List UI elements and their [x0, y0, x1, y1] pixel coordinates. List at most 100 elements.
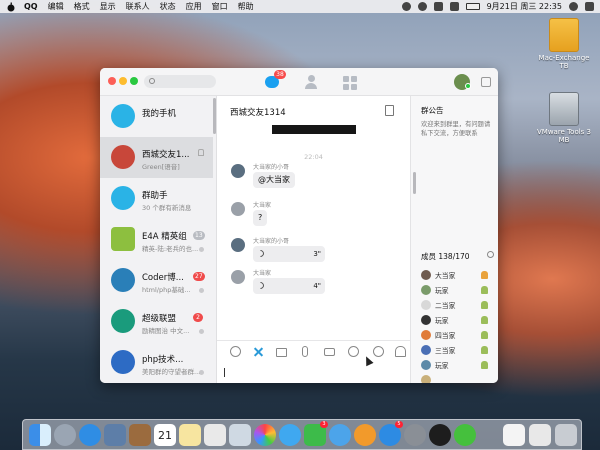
- message-input[interactable]: [224, 368, 225, 377]
- video-icon[interactable]: [324, 348, 335, 356]
- member-item[interactable]: 四当家: [419, 328, 497, 342]
- preview-icon[interactable]: [229, 424, 251, 446]
- member-item[interactable]: 玩家: [419, 358, 497, 372]
- finder-icon[interactable]: [29, 424, 51, 446]
- desktop-drive[interactable]: Mac-Exchange TB: [534, 18, 594, 70]
- avatar[interactable]: [231, 270, 245, 284]
- menu-window[interactable]: 窗口: [212, 1, 228, 12]
- document-icon[interactable]: [503, 424, 525, 446]
- history-clock-icon[interactable]: [373, 346, 384, 357]
- tab-apps[interactable]: [341, 74, 357, 90]
- qq-icon[interactable]: [429, 424, 451, 446]
- menu-clock[interactable]: 9月21日 周三 22:35: [487, 1, 562, 12]
- qq-status-icon[interactable]: [417, 2, 427, 11]
- conversation-item[interactable]: E4A 精英组 精英-陆:老兵的也... 13: [100, 219, 213, 260]
- dock: 21 3 5: [22, 419, 582, 450]
- member-item[interactable]: 大当家: [419, 268, 497, 282]
- member-item[interactable]: [419, 373, 497, 383]
- calendar-icon[interactable]: 21: [154, 424, 176, 446]
- conversation-item[interactable]: 超级联盟 励精图治 中文... 2: [100, 301, 213, 342]
- launchpad-icon[interactable]: [54, 424, 76, 446]
- message-timestamp: 22:04: [304, 153, 323, 161]
- conversation-item[interactable]: Coder博... html/php基础... 27: [100, 260, 213, 301]
- member-name: 玩家: [435, 317, 449, 325]
- panel-scrollbar[interactable]: [413, 172, 416, 194]
- wechat-icon[interactable]: [454, 424, 476, 446]
- member-search-icon[interactable]: [487, 251, 494, 258]
- menu-contacts[interactable]: 联系人: [126, 1, 150, 12]
- photo-booth-icon[interactable]: [254, 424, 276, 446]
- system-preferences-icon[interactable]: [404, 424, 426, 446]
- trash-icon[interactable]: [555, 424, 577, 446]
- menu-status[interactable]: 状态: [160, 1, 176, 12]
- expand-icon[interactable]: [481, 77, 491, 87]
- unread-badge: 27: [193, 272, 205, 281]
- close-button[interactable]: [108, 77, 116, 85]
- conversation-preview: 30 个群有新消息: [142, 204, 192, 212]
- message-sender: 大当家: [253, 202, 272, 209]
- apple-icon[interactable]: [6, 2, 16, 12]
- status-area: 9月21日 周三 22:35: [401, 1, 594, 12]
- bell-icon[interactable]: [395, 346, 406, 357]
- conversation-list[interactable]: 我的手机 西城交友1... Green[语音] 群助手 30 个群有新消息 E4…: [100, 96, 217, 383]
- notification-center-icon[interactable]: [585, 2, 594, 11]
- conversation-item-active[interactable]: 西城交友1... Green[语音]: [100, 137, 213, 178]
- battery-icon[interactable]: [465, 3, 480, 10]
- screenshot-scissors-icon[interactable]: [253, 346, 264, 357]
- conversation-name: 超级联盟: [142, 314, 177, 324]
- menu-help[interactable]: 帮助: [238, 1, 254, 12]
- admin-icon: [481, 361, 488, 369]
- volume-icon[interactable]: [449, 2, 459, 11]
- admin-icon: [481, 346, 488, 354]
- ibooks-icon[interactable]: [354, 424, 376, 446]
- contact-icon-head: [307, 75, 315, 82]
- menu-view[interactable]: 显示: [100, 1, 116, 12]
- member-item[interactable]: 玩家: [419, 283, 497, 297]
- tab-contacts[interactable]: [303, 74, 319, 90]
- phone-call-icon[interactable]: [348, 346, 359, 357]
- avatar: [111, 350, 135, 374]
- menu-app-name[interactable]: QQ: [24, 2, 38, 11]
- avatar: [421, 330, 431, 340]
- safari-icon[interactable]: [79, 424, 101, 446]
- minimize-button[interactable]: [119, 77, 127, 85]
- avatar[interactable]: [231, 164, 245, 178]
- avatar[interactable]: [231, 238, 245, 252]
- spotlight-icon[interactable]: [569, 2, 578, 11]
- menu-apps[interactable]: 应用: [186, 1, 202, 12]
- member-item[interactable]: 二当家: [419, 298, 497, 312]
- group-chat-icon: [199, 370, 204, 375]
- photos-icon[interactable]: [104, 424, 126, 446]
- desktop-vmware-tools[interactable]: VMware Tools 3 MB: [534, 92, 594, 144]
- voice-bubble[interactable]: 3": [253, 246, 325, 262]
- itunes-icon[interactable]: [329, 424, 351, 446]
- file-icon[interactable]: [385, 105, 394, 116]
- voice-bubble[interactable]: 4": [253, 278, 325, 294]
- emoji-icon[interactable]: [230, 346, 241, 357]
- member-item[interactable]: 三当家: [419, 343, 497, 357]
- avatar[interactable]: [231, 202, 245, 216]
- menu-edit[interactable]: 编辑: [48, 1, 64, 12]
- microphone-icon[interactable]: [302, 346, 308, 357]
- member-item[interactable]: 玩家: [419, 313, 497, 327]
- reminders-icon[interactable]: [204, 424, 226, 446]
- conversation-item[interactable]: php技术... 美阳群的守望者群...: [100, 342, 213, 383]
- notes-icon[interactable]: [129, 424, 151, 446]
- messages-icon[interactable]: [279, 424, 301, 446]
- document-icon[interactable]: [529, 424, 551, 446]
- folder-icon[interactable]: [276, 348, 287, 357]
- conversation-item[interactable]: 群助手 30 个群有新消息: [100, 178, 213, 219]
- chat-title: 西城交友1314: [230, 108, 286, 118]
- wechat-status-icon[interactable]: [401, 2, 411, 11]
- menu-format[interactable]: 格式: [74, 1, 90, 12]
- desktop-vmware-label: VMware Tools 3 MB: [536, 128, 592, 144]
- stickies-icon[interactable]: [179, 424, 201, 446]
- voice-wave-icon: [255, 280, 266, 291]
- zoom-button[interactable]: [130, 77, 138, 85]
- sidebar-scrollbar[interactable]: [213, 98, 216, 134]
- wifi-icon[interactable]: [433, 2, 443, 11]
- conversation-item[interactable]: 我的手机: [100, 96, 213, 137]
- conversation-name: php技术...: [142, 355, 184, 365]
- android-icon: [111, 227, 135, 251]
- search-input[interactable]: [144, 75, 216, 88]
